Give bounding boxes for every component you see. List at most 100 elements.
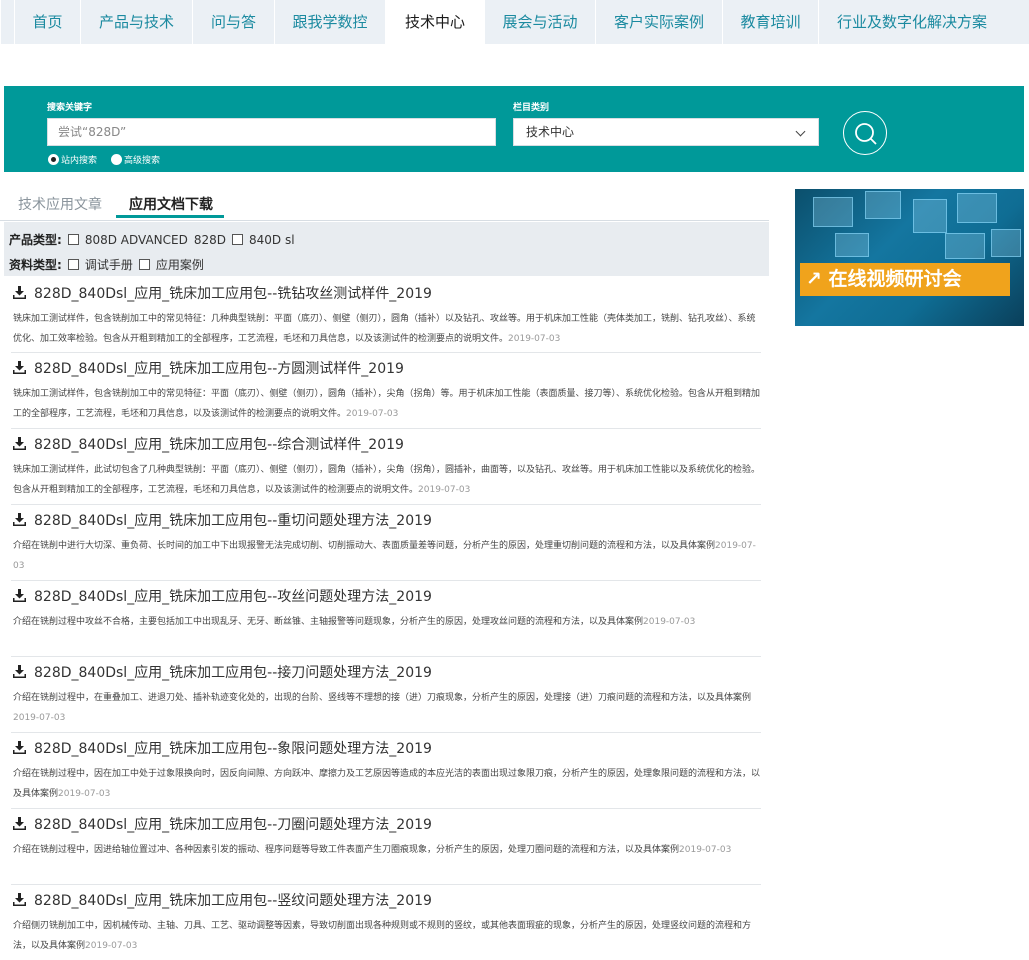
doc-date: 2019-07-03 (418, 485, 471, 495)
product-type-label: 产品类型: (9, 233, 62, 247)
radio-site-label: 站内搜索 (61, 156, 98, 166)
doc-description: 介绍在铣削过程中攻丝不合格，主要包括加工中出现乱牙、无牙、断丝锥、主轴报警等问题… (13, 612, 761, 632)
radio-unchecked-icon (111, 154, 123, 165)
nav-item-tech-center[interactable]: 技术中心 (385, 0, 484, 44)
filter-panel: 产品类型: 808D ADVANCED 828D 840D sl 资料类型: 调… (4, 222, 769, 276)
webinar-banner[interactable]: ↗ 在线视频研讨会 (795, 189, 1024, 326)
download-icon[interactable] (13, 817, 26, 830)
list-item[interactable]: 828D_840Dsl_应用_铣床加工应用包--综合测试样件_2019 铣床加工… (11, 429, 761, 505)
doc-date: 2019-07-03 (508, 334, 561, 344)
list-item[interactable]: 828D_840Dsl_应用_铣床加工应用包--象限问题处理方法_2019 介绍… (11, 733, 761, 809)
nav-item-home[interactable]: 首页 (14, 0, 80, 44)
download-icon[interactable] (13, 286, 26, 299)
list-item[interactable]: 828D_840Dsl_应用_铣床加工应用包--竖纹问题处理方法_2019 介绍… (11, 885, 761, 960)
filter-product-828d-label: 828D (193, 232, 226, 247)
doc-description: 铣床加工测试样件，包含铣削加工中的常见特征：平面（底刃）、侧壁（侧刃），圆角（插… (13, 384, 761, 424)
doc-date: 2019-07-03 (85, 941, 138, 951)
document-list: 828D_840Dsl_应用_铣床加工应用包--铣钻攻丝测试样件_2019 铣床… (11, 278, 761, 960)
keyword-label: 搜索关键字 (47, 103, 93, 113)
doc-title[interactable]: 828D_840Dsl_应用_铣床加工应用包--方圆测试样件_2019 (34, 358, 404, 378)
list-item[interactable]: 828D_840Dsl_应用_铣床加工应用包--接刀问题处理方法_2019 介绍… (11, 657, 761, 733)
checkbox-icon (67, 234, 79, 245)
banner-decor (991, 229, 1021, 257)
download-icon[interactable] (13, 589, 26, 602)
filter-product-808d-label: 808D ADVANCED (84, 232, 188, 247)
doc-desc-text: 介绍在铣削过程中，因在加工中处于过象限换向时，因反向间隙、方向跃冲、摩擦力及工艺… (13, 769, 761, 799)
download-icon[interactable] (13, 513, 26, 526)
doc-title[interactable]: 828D_840Dsl_应用_铣床加工应用包--象限问题处理方法_2019 (34, 738, 432, 758)
list-item[interactable]: 828D_840Dsl_应用_铣床加工应用包--铣钻攻丝测试样件_2019 铣床… (11, 278, 761, 353)
banner-decor (945, 233, 985, 259)
category-label: 栏目类别 (513, 103, 550, 113)
checkbox-icon (138, 259, 150, 270)
category-select[interactable]: 技术中心 (513, 118, 819, 146)
doc-desc-text: 铣床加工测试样件，包含铣削加工中的常见特征：几种典型铣削：平面（底刃）、侧壁（侧… (13, 314, 756, 344)
doc-date: 2019-07-03 (13, 713, 66, 723)
search-panel: 搜索关键字 尝试“828D” 栏目类别 技术中心 站内搜索 高级搜索 (4, 86, 1024, 172)
banner-cta[interactable]: ↗ 在线视频研讨会 (800, 263, 1010, 296)
search-button[interactable] (843, 111, 887, 155)
nav-spacer (0, 0, 14, 44)
list-item[interactable]: 828D_840Dsl_应用_铣床加工应用包--重切问题处理方法_2019 介绍… (11, 505, 761, 581)
doc-date: 2019-07-03 (679, 845, 732, 855)
tab-tech-articles[interactable]: 技术应用文章 (18, 194, 102, 214)
radio-site-search[interactable]: 站内搜索 (48, 153, 97, 166)
chevron-down-icon (795, 126, 806, 137)
filter-product-840dsl-label: 840D sl (249, 232, 295, 247)
search-icon (855, 123, 877, 145)
banner-decor (957, 193, 997, 223)
doc-title[interactable]: 828D_840Dsl_应用_铣床加工应用包--铣钻攻丝测试样件_2019 (34, 283, 432, 303)
download-icon[interactable] (13, 437, 26, 450)
doc-description: 铣床加工测试样件，包含铣削加工中的常见特征：几种典型铣削：平面（底刃）、侧壁（侧… (13, 309, 761, 349)
nav-item-industry-solutions[interactable]: 行业及数字化解决方案 (818, 0, 1005, 44)
doc-desc-text: 介绍在铣削过程中，在重叠加工、进退刀处、插补轨迹变化处的，出现的台阶、竖线等不理… (13, 693, 752, 703)
doc-description: 介绍在铣削过程中，因在加工中处于过象限换向时，因反向间隙、方向跃冲、摩擦力及工艺… (13, 764, 761, 804)
doc-desc-text: 介绍在铣削过程中攻丝不合格，主要包括加工中出现乱牙、无牙、断丝锥、主轴报警等问题… (13, 617, 644, 627)
doc-description: 介绍在铣削中进行大切深、重负荷、长时间的加工中下出现报警无法完成切削、切削振动大… (13, 536, 761, 576)
filter-product-828d[interactable]: 828D (194, 233, 230, 247)
filter-doc-case-label: 应用案例 (155, 258, 204, 272)
list-item[interactable]: 828D_840Dsl_应用_铣床加工应用包--刀圈问题处理方法_2019 介绍… (11, 809, 761, 885)
nav-item-products[interactable]: 产品与技术 (80, 0, 192, 44)
doc-date: 2019-07-03 (58, 789, 111, 799)
nav-item-qa[interactable]: 问与答 (192, 0, 274, 44)
list-item[interactable]: 828D_840Dsl_应用_铣床加工应用包--方圆测试样件_2019 铣床加工… (11, 353, 761, 429)
doc-type-filter: 资料类型: 调试手册 应用案例 (9, 256, 210, 273)
list-item[interactable]: 828D_840Dsl_应用_铣床加工应用包--攻丝问题处理方法_2019 介绍… (11, 581, 761, 657)
keyword-input[interactable]: 尝试“828D” (47, 118, 496, 146)
banner-decor (813, 197, 853, 227)
filter-doc-manual[interactable]: 调试手册 (67, 256, 137, 273)
doc-title[interactable]: 828D_840Dsl_应用_铣床加工应用包--竖纹问题处理方法_2019 (34, 890, 432, 910)
tab-doc-downloads[interactable]: 应用文档下载 (129, 194, 213, 214)
doc-description: 铣床加工测试样件，此试切包含了几种典型铣削：平面（底刃）、侧壁（侧刃），圆角（插… (13, 460, 761, 500)
checkbox-icon (232, 234, 243, 245)
doc-title[interactable]: 828D_840Dsl_应用_铣床加工应用包--接刀问题处理方法_2019 (34, 662, 432, 682)
filter-product-808d[interactable]: 808D ADVANCED (67, 232, 192, 247)
doc-title[interactable]: 828D_840Dsl_应用_铣床加工应用包--刀圈问题处理方法_2019 (34, 814, 432, 834)
filter-product-840dsl[interactable]: 840D sl (232, 233, 299, 247)
nav-item-events[interactable]: 展会与活动 (484, 0, 595, 44)
download-icon[interactable] (13, 665, 26, 678)
doc-desc-text: 介绍在铣削中进行大切深、重负荷、长时间的加工中下出现报警无法完成切削、切削振动大… (13, 541, 716, 551)
download-icon[interactable] (13, 741, 26, 754)
filter-doc-manual-label: 调试手册 (84, 258, 133, 272)
radio-advanced-search[interactable]: 高级搜索 (111, 153, 160, 166)
doc-title[interactable]: 828D_840Dsl_应用_铣床加工应用包--综合测试样件_2019 (34, 434, 404, 454)
doc-title[interactable]: 828D_840Dsl_应用_铣床加工应用包--重切问题处理方法_2019 (34, 510, 432, 530)
download-icon[interactable] (13, 361, 26, 374)
nav-item-customer-cases[interactable]: 客户实际案例 (595, 0, 722, 44)
nav-item-education[interactable]: 教育培训 (722, 0, 818, 44)
doc-title[interactable]: 828D_840Dsl_应用_铣床加工应用包--攻丝问题处理方法_2019 (34, 586, 432, 606)
product-type-filter: 产品类型: 808D ADVANCED 828D 840D sl (9, 231, 301, 248)
top-navigation: 首页 产品与技术 问与答 跟我学数控 技术中心 展会与活动 客户实际案例 教育培… (0, 0, 1029, 44)
filter-doc-case[interactable]: 应用案例 (138, 256, 208, 273)
doc-desc-text: 铣床加工测试样件，此试切包含了几种典型铣削：平面（底刃）、侧壁（侧刃），圆角（插… (13, 465, 761, 495)
download-icon[interactable] (13, 893, 26, 906)
doc-type-label: 资料类型: (9, 258, 62, 272)
doc-date: 2019-07-03 (346, 409, 399, 419)
search-scope-options: 站内搜索 高级搜索 (48, 153, 174, 166)
doc-desc-text: 介绍在铣削过程中，因进给轴位置过冲、各种因素引发的振动、程序问题等导致工件表面产… (13, 845, 680, 855)
nav-item-learn-cnc[interactable]: 跟我学数控 (274, 0, 385, 44)
doc-description: 介绍侧刃铣削加工中，因机械传动、主轴、刀具、工艺、驱动调整等因素，导致切削面出现… (13, 916, 761, 956)
banner-decor (865, 191, 901, 219)
